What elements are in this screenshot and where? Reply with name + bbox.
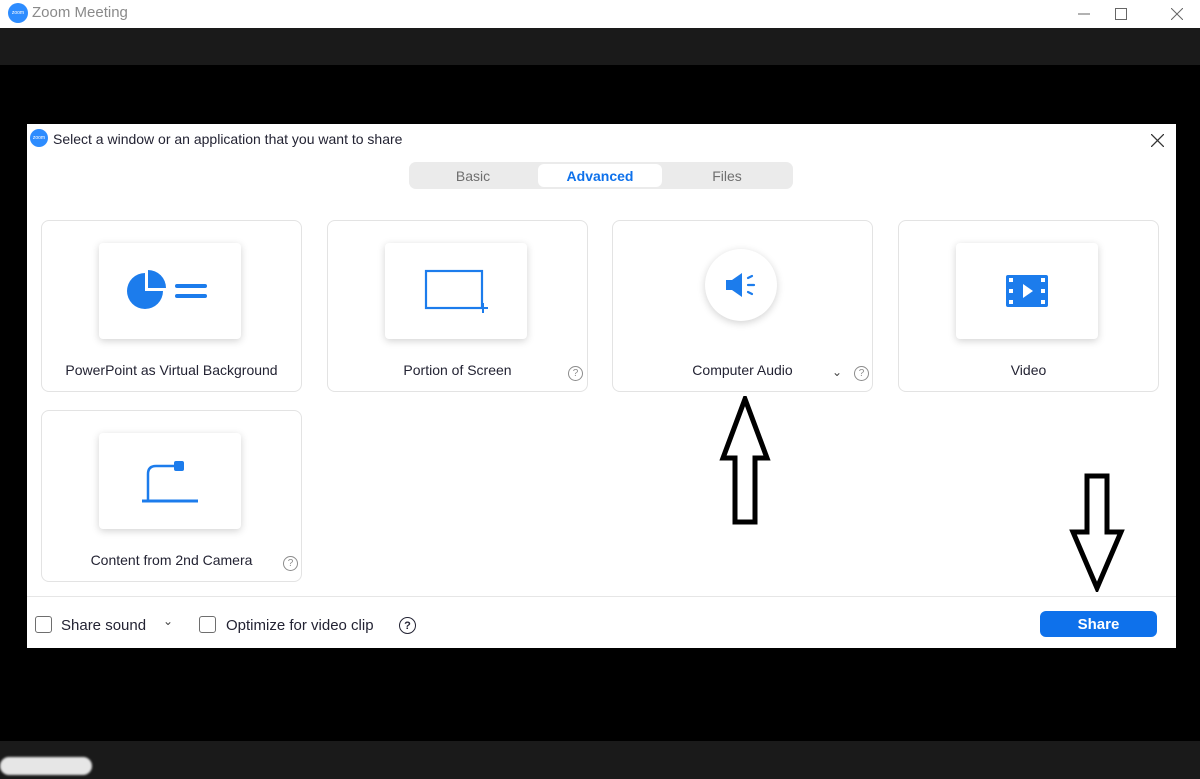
option-powerpoint-background[interactable]: PowerPoint as Virtual Background xyxy=(41,220,302,392)
close-icon xyxy=(1171,8,1183,20)
document-camera-icon xyxy=(142,461,198,503)
option-thumbnail xyxy=(99,433,241,529)
screen-portion-icon xyxy=(424,269,488,313)
pie-chart-icon xyxy=(127,270,207,309)
optimize-video-label[interactable]: Optimize for video clip xyxy=(226,617,374,634)
tab-advanced[interactable]: Advanced xyxy=(538,164,662,187)
down-arrow-annotation xyxy=(1069,473,1125,592)
tab-files[interactable]: Files xyxy=(665,164,789,187)
option-label: Content from 2nd Camera xyxy=(90,552,253,568)
optimize-video-checkbox[interactable] xyxy=(199,616,216,633)
meeting-toolbar-area xyxy=(0,28,1200,65)
minimize-icon xyxy=(1078,13,1090,15)
option-portion-of-screen[interactable]: Portion of Screen ? xyxy=(327,220,588,392)
option-label: Video xyxy=(1010,362,1047,378)
up-arrow-annotation xyxy=(719,396,771,525)
window-title: Zoom Meeting xyxy=(32,4,128,21)
share-button[interactable]: Share xyxy=(1040,611,1157,637)
option-thumbnail xyxy=(385,243,527,339)
share-screen-dialog: zoom Select a window or an application t… xyxy=(27,124,1176,648)
option-label: Portion of Screen xyxy=(403,362,512,378)
maximize-icon xyxy=(1115,8,1127,20)
tab-basic[interactable]: Basic xyxy=(411,164,535,187)
film-icon xyxy=(1006,275,1048,307)
help-icon[interactable]: ? xyxy=(283,556,298,571)
help-icon[interactable]: ? xyxy=(568,366,583,381)
share-sound-checkbox[interactable] xyxy=(35,616,52,633)
share-sound-label[interactable]: Share sound xyxy=(61,617,146,634)
footer-divider xyxy=(27,596,1176,597)
chevron-down-icon[interactable]: ⌄ xyxy=(832,365,842,379)
maximize-button[interactable] xyxy=(1098,0,1144,28)
meeting-bottom-bar xyxy=(0,741,1200,779)
help-icon[interactable]: ? xyxy=(854,366,869,381)
close-icon xyxy=(1150,133,1164,147)
zoom-logo-icon: zoom xyxy=(8,3,28,23)
redacted-name-label xyxy=(0,757,92,775)
help-icon[interactable]: ? xyxy=(399,617,416,634)
chevron-down-icon[interactable]: ⌄ xyxy=(163,614,173,628)
option-thumbnail xyxy=(99,243,241,339)
window-titlebar: zoom Zoom Meeting xyxy=(0,0,1200,28)
window-close-button[interactable] xyxy=(1154,0,1200,28)
option-computer-audio[interactable]: Computer Audio ⌄ ? xyxy=(612,220,873,392)
dialog-title: Select a window or an application that y… xyxy=(53,131,403,147)
option-thumbnail xyxy=(956,243,1098,339)
option-thumbnail xyxy=(705,249,777,321)
speaker-icon xyxy=(726,273,756,297)
zoom-logo-icon: zoom xyxy=(30,129,48,147)
option-label: PowerPoint as Virtual Background xyxy=(65,362,278,378)
option-video[interactable]: Video xyxy=(898,220,1159,392)
dialog-close-button[interactable] xyxy=(1146,129,1168,151)
option-second-camera[interactable]: Content from 2nd Camera ? xyxy=(41,410,302,582)
share-tabs: Basic Advanced Files xyxy=(409,162,793,189)
